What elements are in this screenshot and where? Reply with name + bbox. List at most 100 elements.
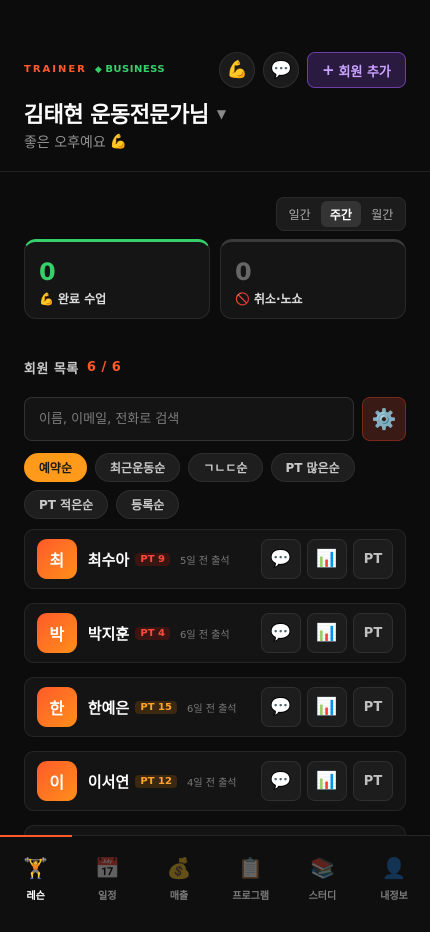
bar-chart-icon: 📊 bbox=[316, 623, 338, 643]
cancel-count: 0 bbox=[235, 258, 252, 286]
tab-label: 매출 bbox=[169, 891, 189, 902]
avatar: 한 bbox=[37, 687, 77, 727]
prohibited-icon: 🚫 bbox=[235, 291, 250, 306]
member-row[interactable]: 최 최수아 PT 9 5일 전 출석 💬 📊 PT bbox=[24, 529, 406, 589]
member-stats-button[interactable]: 📊 bbox=[307, 687, 347, 727]
member-stats-button[interactable]: 📊 bbox=[307, 761, 347, 801]
trainer-title-row[interactable]: 김태현 운동전문가님 ▼ bbox=[24, 97, 226, 129]
period-tab-daily[interactable]: 일간 bbox=[280, 201, 319, 227]
sort-chips: 예약순 최근운동순 ㄱㄴㄷ순 PT 많은순 PT 적은순 등록순 bbox=[24, 453, 414, 519]
member-name: 한예은 bbox=[88, 698, 130, 717]
last-attendance: 6일 전 출석 bbox=[180, 629, 230, 641]
member-stats-button[interactable]: 📊 bbox=[307, 613, 347, 653]
member-actions: 💬 📊 PT bbox=[261, 613, 393, 653]
bar-chart-icon: 📊 bbox=[316, 549, 338, 569]
member-chat-button[interactable]: 💬 bbox=[261, 761, 301, 801]
gear-icon: ⚙️ bbox=[371, 407, 397, 431]
completed-label: 💪 완료 수업 bbox=[39, 290, 195, 307]
header-actions: 💪 💬 + 회원 추가 bbox=[219, 52, 406, 88]
tab-label: 내정보 bbox=[380, 891, 408, 902]
sort-chip-recent-workout[interactable]: 최근운동순 bbox=[95, 453, 181, 482]
bottom-tab-bar: 🏋️ 레슨 📅 일정 💰 매출 📋 프로그램 📚 스터디 👤 내정보 bbox=[0, 835, 430, 932]
greeting: 좋은 오후예요 💪 bbox=[24, 132, 127, 152]
member-row[interactable]: 박 박지훈 PT 4 6일 전 출석 💬 📊 PT bbox=[24, 603, 406, 663]
completed-lessons-card: 0 💪 완료 수업 bbox=[24, 239, 210, 319]
add-member-label: 회원 추가 bbox=[338, 64, 391, 80]
completed-label-text: 완료 수업 bbox=[57, 292, 107, 306]
tab-sales[interactable]: 💰 매출 bbox=[143, 836, 215, 932]
flex-emoji-button[interactable]: 💪 bbox=[219, 52, 256, 88]
period-toggle: 일간 주간 월간 bbox=[276, 197, 406, 231]
pt-count-badge: PT 4 bbox=[135, 626, 170, 640]
tab-label: 일정 bbox=[98, 891, 117, 902]
tab-label: 프로그램 bbox=[232, 891, 270, 902]
books-icon: 📚 bbox=[310, 856, 335, 880]
app-header: TRAINER ◆ BUSINESS 💪 💬 + 회원 추가 김태현 운동전문가님… bbox=[0, 0, 430, 172]
chat-button[interactable]: 💬 bbox=[263, 52, 300, 88]
pt-count-badge: PT 12 bbox=[135, 774, 177, 788]
member-search-input[interactable] bbox=[24, 397, 354, 441]
period-tab-weekly[interactable]: 주간 bbox=[321, 201, 361, 227]
member-pt-button[interactable]: PT bbox=[353, 687, 393, 727]
add-member-button[interactable]: + 회원 추가 bbox=[307, 52, 406, 88]
sort-chip-pt-least[interactable]: PT 적은순 bbox=[24, 490, 109, 519]
member-name: 이서연 bbox=[88, 772, 130, 791]
sort-chip-pt-most[interactable]: PT 많은순 bbox=[270, 453, 355, 482]
member-actions: 💬 📊 PT bbox=[261, 539, 393, 579]
member-list-heading: 회원 목록 6 / 6 bbox=[24, 358, 121, 377]
member-chat-button[interactable]: 💬 bbox=[261, 613, 301, 653]
weightlifter-icon: 🏋️ bbox=[23, 856, 49, 880]
last-attendance: 4일 전 출석 bbox=[186, 777, 237, 789]
tab-my-info[interactable]: 👤 내정보 bbox=[358, 836, 430, 932]
speech-bubble-icon: 💬 bbox=[270, 60, 292, 80]
diamond-icon: ◆ bbox=[94, 65, 103, 75]
cancel-label-text: 취소·노쇼 bbox=[253, 292, 303, 306]
money-bag-icon: 💰 bbox=[166, 856, 192, 880]
member-stats-button[interactable]: 📊 bbox=[307, 539, 347, 579]
brand-trainer-text: TRAINER bbox=[24, 64, 87, 75]
member-pt-button[interactable]: PT bbox=[353, 539, 393, 579]
avatar: 최 bbox=[37, 539, 77, 579]
member-pt-button[interactable]: PT bbox=[353, 613, 393, 653]
speech-bubble-icon: 💬 bbox=[270, 771, 292, 791]
member-count: 6 / 6 bbox=[86, 360, 122, 375]
tab-schedule[interactable]: 📅 일정 bbox=[72, 836, 144, 932]
member-actions: 💬 📊 PT bbox=[261, 687, 393, 727]
greeting-text: 좋은 오후예요 bbox=[24, 135, 106, 151]
tab-label: 스터디 bbox=[308, 891, 337, 902]
settings-button[interactable]: ⚙️ bbox=[362, 397, 406, 441]
sort-chip-reservation[interactable]: 예약순 bbox=[24, 453, 88, 482]
plus-icon: + bbox=[322, 61, 335, 79]
avatar: 박 bbox=[37, 613, 77, 653]
member-row[interactable]: 한 한예은 PT 15 6일 전 출석 💬 📊 PT bbox=[24, 677, 406, 737]
sort-chip-alphabetical[interactable]: ㄱㄴㄷ순 bbox=[188, 453, 263, 482]
speech-bubble-icon: 💬 bbox=[270, 697, 292, 717]
calendar-icon: 📅 bbox=[95, 856, 120, 880]
flexed-biceps-icon: 💪 bbox=[109, 134, 128, 150]
bar-chart-icon: 📊 bbox=[316, 697, 338, 717]
completed-count: 0 bbox=[39, 258, 56, 286]
tab-label: 레슨 bbox=[26, 891, 46, 902]
member-chat-button[interactable]: 💬 bbox=[261, 539, 301, 579]
flexed-biceps-icon: 💪 bbox=[39, 291, 54, 306]
member-actions: 💬 📊 PT bbox=[261, 761, 393, 801]
tab-study[interactable]: 📚 스터디 bbox=[287, 836, 359, 932]
last-attendance: 5일 전 출석 bbox=[180, 555, 230, 567]
period-tab-monthly[interactable]: 월간 bbox=[363, 201, 402, 227]
tab-program[interactable]: 📋 프로그램 bbox=[215, 836, 287, 932]
chevron-down-icon[interactable]: ▼ bbox=[217, 107, 226, 121]
pt-count-badge: PT 9 bbox=[135, 552, 170, 566]
clipboard-icon: 📋 bbox=[238, 856, 264, 880]
avatar: 이 bbox=[37, 761, 77, 801]
member-row[interactable]: 이 이서연 PT 12 4일 전 출석 💬 📊 PT bbox=[24, 751, 406, 811]
tab-lesson[interactable]: 🏋️ 레슨 bbox=[0, 835, 72, 932]
member-name: 최수아 bbox=[88, 550, 130, 569]
last-attendance: 6일 전 출석 bbox=[186, 703, 237, 715]
cancel-noshow-card: 0 🚫 취소·노쇼 bbox=[220, 239, 406, 319]
member-pt-button[interactable]: PT bbox=[353, 761, 393, 801]
page-title: 김태현 운동전문가님 bbox=[24, 103, 209, 128]
flexed-biceps-icon: 💪 bbox=[226, 60, 248, 80]
brand-logo: TRAINER ◆ BUSINESS bbox=[24, 64, 165, 75]
sort-chip-registration[interactable]: 등록순 bbox=[116, 490, 180, 519]
member-chat-button[interactable]: 💬 bbox=[261, 687, 301, 727]
